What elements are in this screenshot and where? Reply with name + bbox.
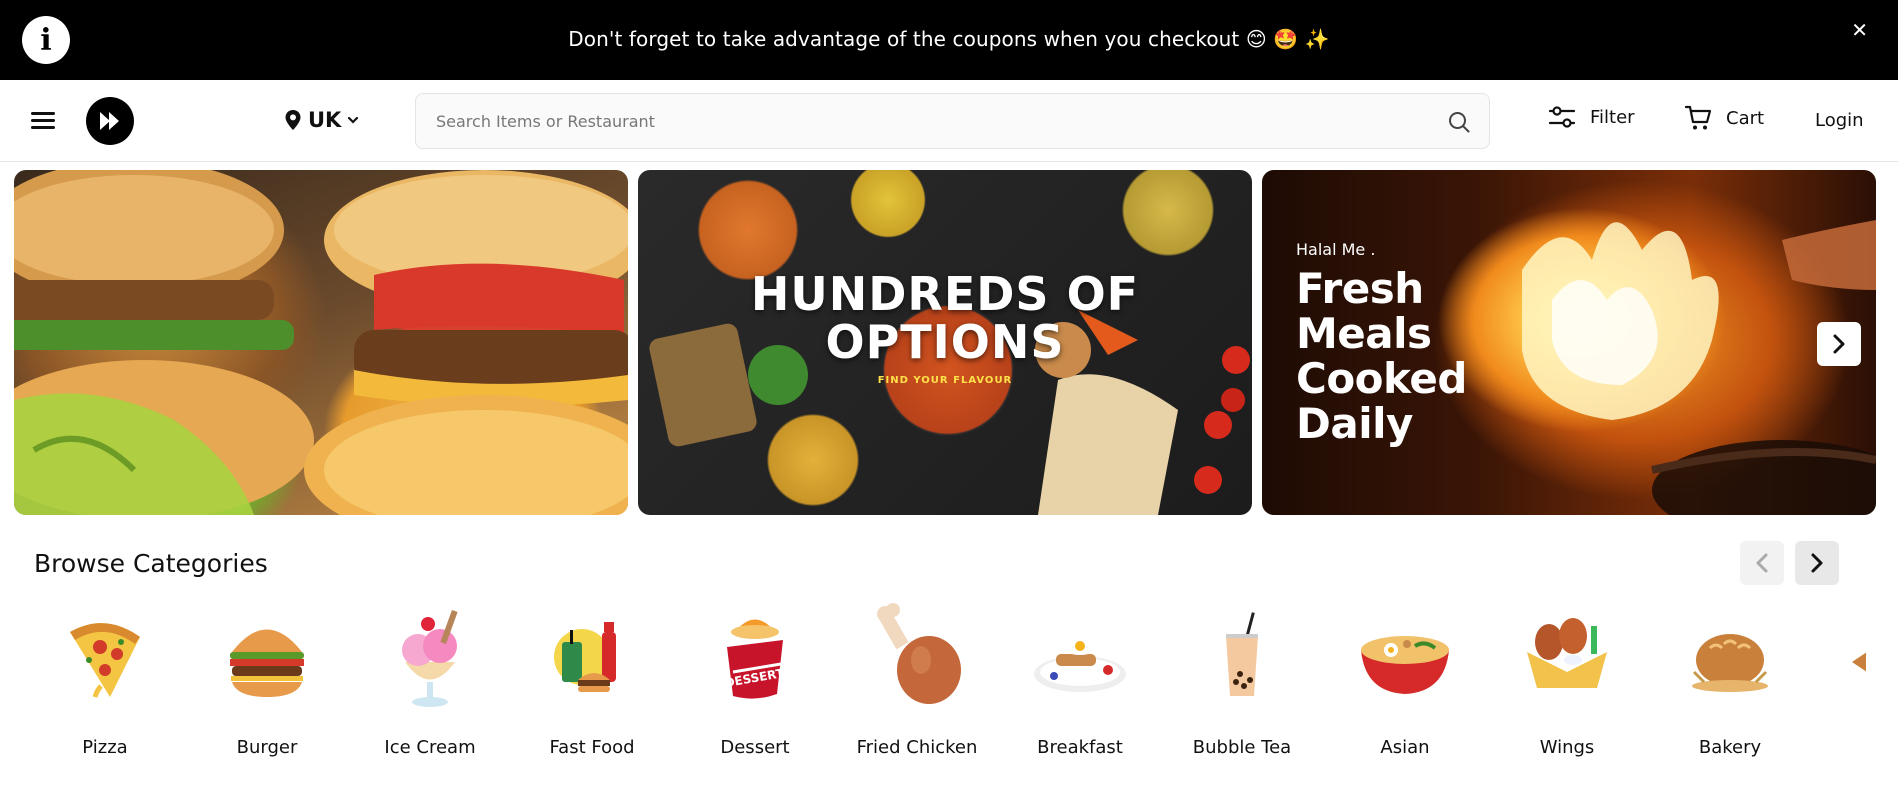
- filter-button[interactable]: Filter: [1548, 104, 1635, 130]
- category-label: Breakfast: [1037, 737, 1123, 758]
- dessert-icon: DESSERT: [724, 619, 786, 699]
- options-banner[interactable]: HUNDREDS OF OPTIONS FIND YOUR FLAVOUR: [638, 170, 1252, 515]
- chevron-left-icon: [1756, 553, 1768, 573]
- options-title-line1: HUNDREDS OF: [750, 267, 1140, 321]
- partial-food-icon: [1852, 652, 1866, 672]
- fresh-meals-banner[interactable]: Halal Me . Fresh Meals Cooked Daily: [1262, 170, 1876, 515]
- chevron-right-icon: [1833, 334, 1845, 354]
- location-selector[interactable]: UK: [284, 108, 359, 132]
- categories-next-button[interactable]: [1795, 541, 1839, 585]
- announcement-bar: i Don't forget to take advantage of the …: [0, 0, 1898, 80]
- breakfast-icon: [1034, 639, 1126, 692]
- search-input[interactable]: [436, 94, 1416, 148]
- cart-label: Cart: [1726, 107, 1765, 129]
- categories-prev-button[interactable]: [1740, 541, 1784, 585]
- category-label: Asian: [1380, 737, 1430, 758]
- login-button[interactable]: Login: [1815, 110, 1864, 131]
- logo[interactable]: [86, 97, 134, 145]
- fresh-meals-line4: Daily: [1296, 399, 1413, 448]
- search-bar: [415, 93, 1490, 149]
- bakery-icon: [1692, 634, 1768, 692]
- fresh-meals-line1: Fresh: [1296, 264, 1424, 313]
- category-label: Wings: [1539, 737, 1595, 758]
- category-label: Fast Food: [549, 737, 635, 758]
- search-icon[interactable]: [1447, 110, 1471, 134]
- category-ice-cream[interactable]: Ice Cream: [355, 598, 505, 778]
- location-label: UK: [308, 108, 342, 132]
- fresh-meals-title: Fresh Meals Cooked Daily: [1296, 266, 1467, 446]
- category-label: Ice Cream: [384, 737, 476, 758]
- announcement-text: Don't forget to take advantage of the co…: [568, 27, 1330, 51]
- options-banner-subtitle: FIND YOUR FLAVOUR: [877, 375, 1013, 386]
- category-bakery[interactable]: Bakery: [1655, 598, 1805, 778]
- burger-banner[interactable]: [14, 170, 628, 515]
- fresh-meals-brand: Halal Me .: [1296, 240, 1376, 259]
- category-label: Dessert: [720, 737, 790, 758]
- fresh-meals-line3: Cooked: [1296, 354, 1467, 403]
- cart-button[interactable]: Cart: [1684, 104, 1764, 132]
- cart-icon: [1684, 105, 1712, 130]
- wings-icon: [1527, 618, 1607, 688]
- category-breakfast[interactable]: Breakfast: [1005, 598, 1155, 778]
- burger-photo: [14, 170, 628, 515]
- sliders-icon: [1548, 106, 1576, 128]
- bubble-tea-icon: [1226, 612, 1258, 696]
- close-icon[interactable]: ✕: [1851, 18, 1868, 42]
- options-title-line2: OPTIONS: [825, 315, 1065, 369]
- menu-icon[interactable]: [31, 112, 55, 130]
- categories-carousel: Pizza Burger Ice Cream Fast Food DESSERT…: [30, 598, 1866, 778]
- category-label: Fried Chicken: [856, 737, 978, 758]
- ice-cream-icon: [402, 609, 458, 707]
- category-fast-food[interactable]: Fast Food: [517, 598, 667, 778]
- category-asian[interactable]: Asian: [1330, 598, 1480, 778]
- asian-icon: [1361, 636, 1449, 694]
- category-fried-chicken[interactable]: Fried Chicken: [842, 598, 992, 778]
- category-burger[interactable]: Burger: [192, 598, 342, 778]
- burger-icon: [230, 629, 304, 697]
- map-pin-icon: [285, 110, 301, 130]
- pizza-icon: [70, 623, 140, 698]
- category-wings[interactable]: Wings: [1492, 598, 1642, 778]
- filter-label: Filter: [1590, 106, 1635, 128]
- options-banner-title: HUNDREDS OF OPTIONS: [638, 270, 1252, 366]
- fast-forward-logo-icon: [100, 112, 119, 130]
- chevron-right-icon: [1811, 553, 1823, 573]
- categories-title: Browse Categories: [34, 549, 268, 578]
- category-partial[interactable]: [1817, 598, 1866, 778]
- category-label: Bubble Tea: [1192, 737, 1292, 758]
- chevron-down-icon: [348, 116, 359, 124]
- category-label: Pizza: [82, 737, 128, 758]
- category-bubble-tea[interactable]: Bubble Tea: [1167, 598, 1317, 778]
- banner-next-button[interactable]: [1817, 322, 1861, 366]
- fried-chicken-icon: [877, 603, 961, 704]
- category-dessert[interactable]: DESSERT Dessert: [680, 598, 830, 778]
- site-header: UK Filter Cart Login: [0, 80, 1898, 162]
- fast-food-icon: [554, 622, 616, 692]
- category-label: Burger: [236, 737, 298, 758]
- fresh-meals-line2: Meals: [1296, 309, 1432, 358]
- category-label: Bakery: [1698, 737, 1762, 758]
- category-pizza[interactable]: Pizza: [30, 598, 180, 778]
